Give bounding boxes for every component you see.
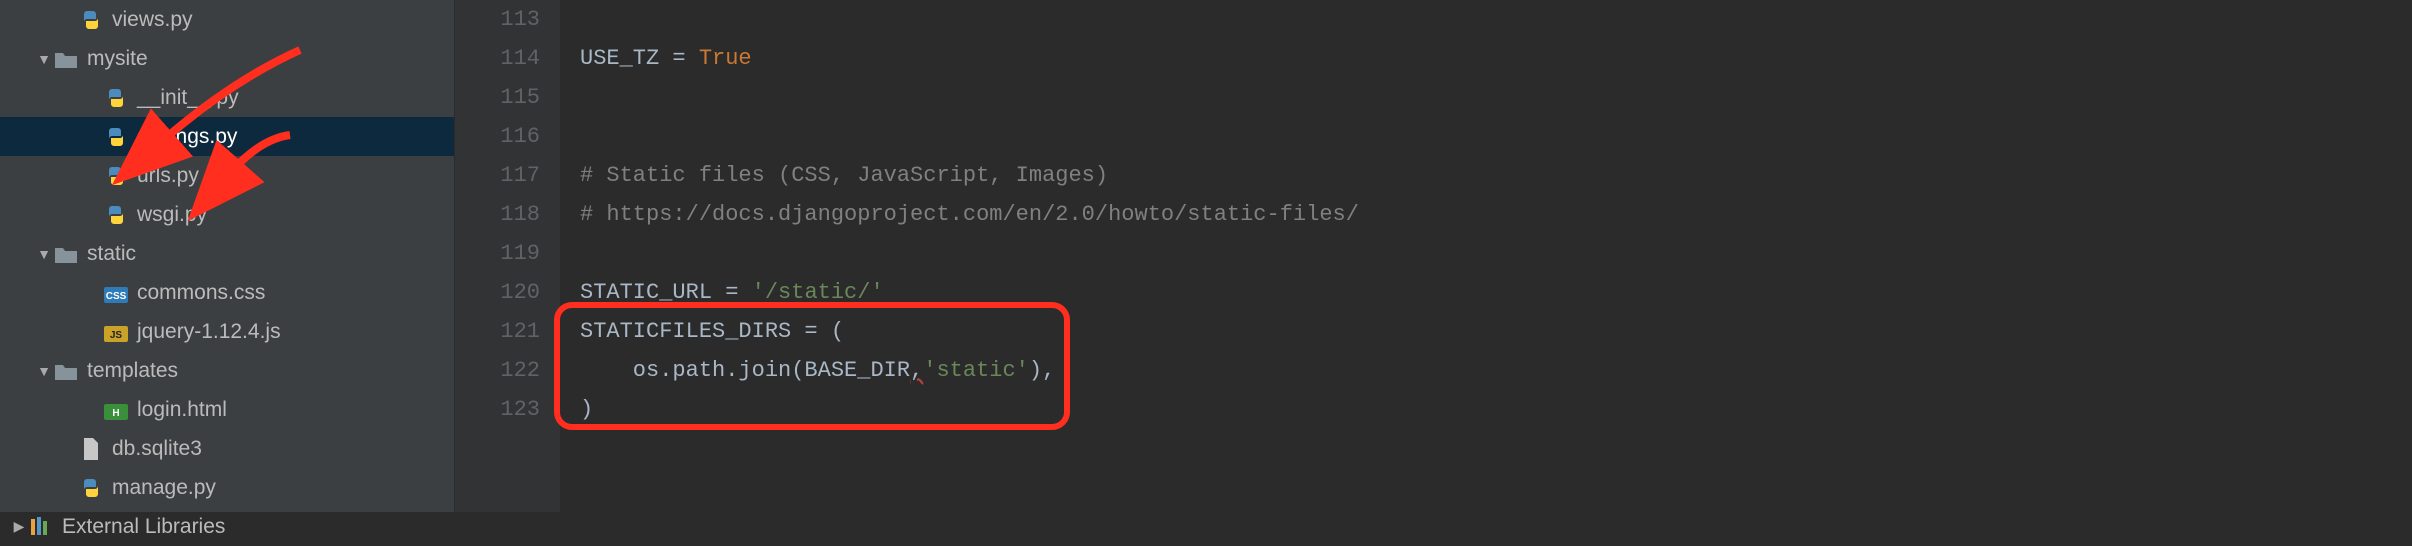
svg-text:H: H: [112, 408, 119, 419]
code-line: STATIC_URL = '/static/': [580, 273, 2412, 312]
line-number: 113: [455, 0, 540, 39]
tree-item-label: db.sqlite3: [112, 437, 202, 461]
line-number: 122: [455, 351, 540, 390]
code-editor[interactable]: USE_TZ = True # Static files (CSS, JavaS…: [560, 0, 2412, 512]
code-line: STATICFILES_DIRS = (: [580, 312, 2412, 351]
tree-item-label: mysite: [87, 47, 148, 71]
line-number: 117: [455, 156, 540, 195]
py-icon: [78, 475, 104, 501]
chevron-icon[interactable]: ▼: [35, 363, 53, 379]
svg-text:CSS: CSS: [106, 291, 127, 302]
tree-item[interactable]: views.py: [0, 0, 454, 39]
code-line: # https://docs.djangoproject.com/en/2.0/…: [580, 195, 2412, 234]
py-icon: [103, 202, 129, 228]
folder-icon: [53, 46, 79, 72]
tree-item-label: login.html: [137, 398, 227, 422]
line-number: 118: [455, 195, 540, 234]
code-line: USE_TZ = True: [580, 39, 2412, 78]
lib-icon: [28, 514, 54, 540]
py-icon: [78, 7, 104, 33]
py-icon: [103, 85, 129, 111]
tree-item[interactable]: settings.py: [0, 117, 454, 156]
tree-item[interactable]: ▼ mysite: [0, 39, 454, 78]
line-number: 123: [455, 390, 540, 429]
tree-item-label: settings.py: [137, 125, 237, 149]
html-icon: H: [103, 397, 129, 423]
tree-item[interactable]: JS jquery-1.12.4.js: [0, 312, 454, 351]
tree-item[interactable]: ▼ static: [0, 234, 454, 273]
tree-item[interactable]: Hlogin.html: [0, 390, 454, 429]
code-line: os.path.join(BASE_DIR,'static'),: [580, 351, 2412, 390]
js-icon: JS: [103, 319, 129, 345]
folder-icon: [53, 241, 79, 267]
tree-item-label: views.py: [112, 8, 193, 32]
tree-item[interactable]: urls.py: [0, 156, 454, 195]
tree-item-label: templates: [87, 359, 178, 383]
tree-item[interactable]: __init__.py: [0, 78, 454, 117]
code-line: [580, 78, 2412, 117]
tree-item-label: jquery-1.12.4.js: [137, 320, 281, 344]
tree-item-label: commons.css: [137, 281, 265, 305]
chevron-icon[interactable]: ▼: [35, 246, 53, 262]
folder-icon: [53, 358, 79, 384]
code-line: [580, 234, 2412, 273]
tree-item[interactable]: CSS commons.css: [0, 273, 454, 312]
tree-item-label: __init__.py: [137, 86, 239, 110]
project-tree: views.py ▼ mysite __init__.py settings.py url…: [0, 0, 455, 512]
code-line: [580, 0, 2412, 39]
css-icon: CSS: [103, 280, 129, 306]
line-number: 116: [455, 117, 540, 156]
tree-item[interactable]: ▶ External Libraries: [0, 507, 454, 546]
tree-item[interactable]: wsgi.py: [0, 195, 454, 234]
line-number: 121: [455, 312, 540, 351]
line-number: 119: [455, 234, 540, 273]
line-number: 120: [455, 273, 540, 312]
tree-item-label: wsgi.py: [137, 203, 207, 227]
py-icon: [103, 124, 129, 150]
tree-item-label: urls.py: [137, 164, 199, 188]
chevron-icon[interactable]: ▼: [35, 51, 53, 67]
line-number-gutter: 113114115116117118119120121122123: [455, 0, 560, 512]
line-number: 115: [455, 78, 540, 117]
tree-item-label: static: [87, 242, 136, 266]
tree-item[interactable]: manage.py: [0, 468, 454, 507]
code-line: # Static files (CSS, JavaScript, Images): [580, 156, 2412, 195]
tree-item[interactable]: ▼ templates: [0, 351, 454, 390]
tree-item-label: External Libraries: [62, 515, 225, 539]
py-icon: [103, 163, 129, 189]
tree-item-label: manage.py: [112, 476, 216, 500]
file-icon: [78, 436, 104, 462]
line-number: 114: [455, 39, 540, 78]
tree-item[interactable]: db.sqlite3: [0, 429, 454, 468]
code-line: [580, 117, 2412, 156]
code-line: ): [580, 390, 2412, 429]
chevron-icon[interactable]: ▶: [10, 518, 28, 535]
svg-text:JS: JS: [110, 330, 123, 341]
